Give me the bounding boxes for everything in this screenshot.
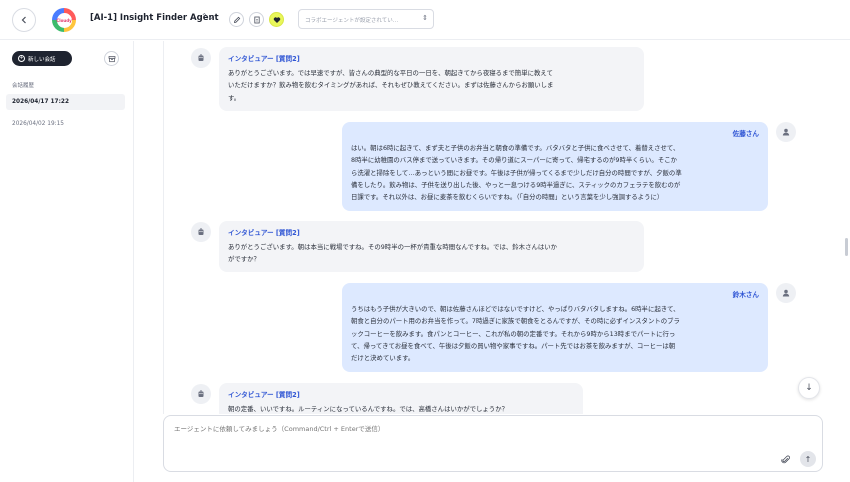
user-icon <box>782 289 790 297</box>
scroll-to-bottom-button[interactable]: ↓ <box>798 377 820 399</box>
history-item[interactable]: 2026/04/02 19:15 <box>6 116 125 132</box>
message-line: はい。朝は6時に起きて、まず夫と子供のお弁当と朝食の準備です。バタバタと子供に食… <box>351 144 680 152</box>
arrow-up-icon: ↑ <box>804 454 812 464</box>
message-line: ら洗濯と掃除をして…あっという間にお昼です。午後は子供が帰ってくるまで少しだけ自… <box>351 168 682 177</box>
chat-message-list[interactable]: インタビュアー [質問2] ありがとうございます。では早速ですが、皆さんの典型的… <box>163 41 823 414</box>
collab-select-value: コラボエージェントが設定されてい… <box>305 18 399 24</box>
message-line: て、帰ってきてお昼を食べて、午後は夕飯の買い物や家事ですね。パート先ではお茶を飲… <box>351 341 676 350</box>
message-input[interactable] <box>174 425 774 433</box>
logo-text: Cloudy <box>56 12 72 28</box>
agent-avatar <box>191 48 211 68</box>
heart-icon <box>273 16 280 23</box>
message-line: がですか？ <box>228 255 260 264</box>
user-message: 鈴木さん うちはもう子供が大きいので、朝は佐藤さんほどではないですけど、やっぱり… <box>342 283 768 372</box>
app-header: Cloudy [AI-1] Insight Finder Agent ⌃⌄ コラ… <box>0 0 850 40</box>
scrollbar[interactable] <box>845 238 848 256</box>
user-avatar <box>776 122 796 142</box>
message-line: ックコーヒーを飲みます。食パンとコーヒー、これが私の朝の定番です。それから9時か… <box>351 329 676 338</box>
message-text: ありがとうございます。では早速ですが、皆さんの典型的な平日の一日を、朝起きてから… <box>228 67 635 104</box>
message-sender: 鈴木さん <box>732 291 759 299</box>
robot-icon <box>198 54 204 61</box>
message-line: ありがとうございます。朝は本当に戦場ですね。その9時半の一杯が貴重な時間なんです… <box>228 243 558 251</box>
favorite-button[interactable] <box>269 12 284 27</box>
archive-icon <box>108 55 115 62</box>
message-line: だけと決めています。 <box>351 354 415 363</box>
edit-button[interactable] <box>229 12 244 27</box>
back-button[interactable] <box>12 8 36 32</box>
message-line: す。 <box>228 93 241 102</box>
new-chat-button[interactable]: + 新しい会話 <box>12 51 72 66</box>
message-text: うちはもう子供が大きいので、朝は佐藤さんほどではないですけど、やっぱりバタバタし… <box>351 303 759 364</box>
new-chat-label: 新しい会話 <box>28 56 56 63</box>
send-button[interactable]: ↑ <box>800 451 816 467</box>
agent-avatar <box>191 384 211 404</box>
message-line: 8時半に幼稚園のバス停まで送っていきます。その帰り道にスーパーに寄って、帰宅する… <box>351 156 677 165</box>
chevron-updown-icon: ⇕ <box>422 14 428 22</box>
message-text: 朝の定番、いいですね。ルーティンになっているんですね。では、高橋さんはいかがでし… <box>228 403 574 414</box>
agent-message: インタビュアー [質問2] ありがとうございます。では早速ですが、皆さんの典型的… <box>219 47 644 111</box>
message-sender: 佐藤さん <box>732 130 759 138</box>
agent-message: インタビュアー [質問2] 朝の定番、いいですね。ルーティンになっているんですね… <box>219 383 583 414</box>
sidebar: + 新しい会話 会話履歴 2026/04/17 17:22 2026/04/02… <box>0 41 134 482</box>
plus-icon: + <box>18 55 25 62</box>
message-line: うちはもう子供が大きいので、朝は佐藤さんほどではないですけど、やっぱりバタバタし… <box>351 305 680 313</box>
arrow-down-icon: ↓ <box>805 383 813 393</box>
robot-icon <box>198 390 204 397</box>
history-item[interactable]: 2026/04/17 17:22 <box>6 94 125 110</box>
message-line: 朝の定番、いいですね。ルーティンになっているんですね。では、高橋さんはいかがでし… <box>228 405 508 413</box>
message-sender: インタビュアー [質問2] <box>228 229 300 237</box>
user-icon <box>782 128 790 136</box>
robot-icon <box>198 228 204 235</box>
collab-agent-select[interactable]: コラボエージェントが設定されてい… ⇕ <box>298 9 434 29</box>
message-line: 朝食と自分のパート用のお弁当を作って。7時過ぎに家族で朝食をとるんですが、その時… <box>351 317 680 326</box>
history-heading: 会話履歴 <box>12 83 35 89</box>
message-sender: インタビュアー [質問2] <box>228 391 300 399</box>
document-icon <box>253 16 260 23</box>
message-line: ありがとうございます。では早速ですが、皆さんの典型的な平日の一日を、朝起きてから… <box>228 69 553 77</box>
document-button[interactable] <box>249 12 264 27</box>
message-text: ありがとうございます。朝は本当に戦場ですね。その9時半の一杯が貴重な時間なんです… <box>228 241 635 266</box>
message-line: 備をしたり。飲み物は、子供を送り出した後、やっと一息つける9時半過ぎに、スティッ… <box>351 180 681 189</box>
message-composer: ↑ <box>163 415 823 472</box>
agent-title[interactable]: [AI-1] Insight Finder Agent <box>90 13 219 23</box>
pencil-icon <box>233 16 240 23</box>
message-line: いただけますか？飲み物を飲むタイミングがあれば、それもぜひ教えてください。まずは… <box>228 81 554 90</box>
message-text: はい。朝は6時に起きて、まず夫と子供のお弁当と朝食の準備です。バタバタと子供に食… <box>351 142 759 203</box>
agent-message: インタビュアー [質問2] ありがとうございます。朝は本当に戦場ですね。その9時… <box>219 221 644 272</box>
chevron-updown-icon[interactable]: ⌃⌄ <box>201 12 214 21</box>
message-line: 日課です。それ以外は、お昼に麦茶を飲むくらいですね。（「自分の時間」という言葉を… <box>351 193 664 202</box>
user-avatar <box>776 283 796 303</box>
app-logo: Cloudy <box>52 8 76 32</box>
paperclip-icon <box>781 455 790 464</box>
archive-button[interactable] <box>104 51 119 66</box>
message-sender: インタビュアー [質問2] <box>228 55 300 63</box>
agent-avatar <box>191 222 211 242</box>
attach-button[interactable] <box>778 452 794 468</box>
user-message: 佐藤さん はい。朝は6時に起きて、まず夫と子供のお弁当と朝食の準備です。バタバタ… <box>342 122 768 211</box>
chevron-left-icon <box>21 16 26 24</box>
